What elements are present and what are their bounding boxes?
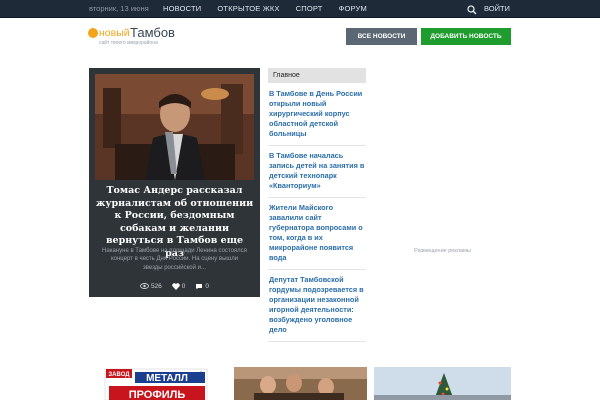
eye-icon — [139, 283, 149, 289]
brand-name-text-2: ПРОФИЛЬ — [129, 389, 186, 400]
news-link[interactable]: Депутат Тамбовской гордумы подозревается… — [268, 270, 366, 342]
news-link[interactable]: В Тамбове началась запись детей на занят… — [268, 146, 366, 198]
thumbnail-street-photo[interactable] — [374, 367, 511, 400]
heart-icon — [172, 282, 180, 290]
nav-item-forum[interactable]: ФОРУМ — [333, 0, 373, 18]
views-count: 526 — [150, 282, 162, 290]
comments-count: 0 — [205, 282, 210, 290]
login-link[interactable]: ВОЙТИ — [484, 0, 510, 18]
main-news-list: В Тамбове в День России открыли новый хи… — [268, 84, 366, 342]
likes-count: 0 — [181, 282, 186, 290]
ad-label: Размещение рекламы — [414, 248, 471, 254]
main-news-heading: Главное — [268, 68, 366, 83]
top-bar: вторник, 13 июня НОВОСТИ ОТКРЫТОЕ ЖКХ СП… — [0, 0, 600, 18]
comment-icon — [196, 283, 203, 289]
top-nav: НОВОСТИ ОТКРЫТОЕ ЖКХ СПОРТ ФОРУМ — [157, 0, 373, 18]
nav-item-open-zhkh[interactable]: ОТКРЫТОЕ ЖКХ — [211, 0, 285, 18]
thumbnail-people-photo[interactable] — [234, 367, 367, 400]
featured-photo[interactable] — [95, 74, 254, 180]
news-link[interactable]: В Тамбове в День России открыли новый хи… — [268, 84, 366, 146]
brand-name-text-1: МЕТАЛЛ — [146, 373, 188, 384]
ad-placeholder[interactable]: Размещение рекламы — [374, 68, 511, 260]
featured-article[interactable]: Томас Андерс рассказал журналистам об от… — [89, 68, 260, 297]
search-icon[interactable] — [466, 3, 478, 15]
comments-counter[interactable]: 0 — [195, 281, 209, 291]
logo-tagline: сайт твоего микрорайона — [99, 40, 158, 46]
nav-item-news[interactable]: НОВОСТИ — [157, 0, 207, 18]
likes-counter[interactable]: 0 — [172, 281, 186, 291]
logo-word-new: новый — [99, 27, 130, 39]
nav-item-sport[interactable]: СПОРТ — [290, 0, 329, 18]
add-news-button[interactable]: ДОБАВИТЬ НОВОСТЬ — [421, 28, 511, 45]
brand-top-text: ЗАВОД — [108, 372, 130, 378]
featured-lead: Накануне в Тамбове на площади Ленина сос… — [102, 248, 247, 271]
featured-stats: 526 0 0 — [89, 281, 260, 291]
news-link[interactable]: Жители Майского завалили сайт губернатор… — [268, 198, 366, 270]
current-date: вторник, 13 июня — [89, 4, 149, 13]
logo-dot-icon — [88, 28, 98, 38]
all-news-button[interactable]: ВСЕ НОВОСТИ — [346, 28, 417, 45]
views-counter: 526 — [139, 281, 162, 291]
logo-word-tambov: Тамбов — [130, 25, 175, 40]
thumbnail-metall-profil[interactable]: ЗАВОД МЕТАЛЛ ПРОФИЛЬ — [89, 367, 227, 400]
